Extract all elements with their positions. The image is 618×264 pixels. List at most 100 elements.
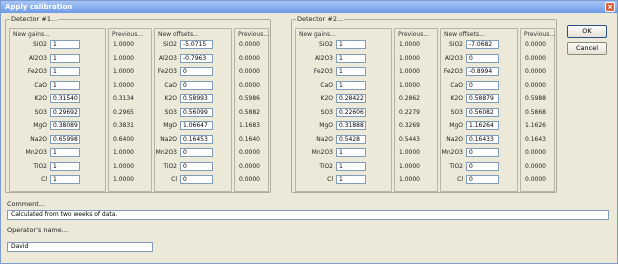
- offset-input[interactable]: -7.0682: [466, 40, 499, 49]
- offset-input[interactable]: 0: [466, 161, 499, 171]
- gain-input[interactable]: 0.31888: [336, 121, 366, 130]
- offset-input[interactable]: 0: [466, 175, 499, 184]
- offset-input[interactable]: -5.0715: [180, 40, 213, 49]
- previous-value: 1.0000: [113, 41, 134, 48]
- previous-value: 0.0000: [239, 54, 260, 62]
- element-label: Na2O: [30, 135, 47, 143]
- gain-input[interactable]: 1: [50, 53, 80, 63]
- previous-value: 1.0000: [399, 54, 420, 62]
- previous-value: 0.0000: [239, 149, 260, 156]
- ok-button[interactable]: OK: [567, 25, 607, 38]
- detector-title: Detector #1...: [10, 15, 59, 23]
- offset-input[interactable]: 0.16433: [466, 134, 499, 144]
- element-label: TiO2: [163, 162, 177, 170]
- offset-input[interactable]: 0.58879: [466, 94, 499, 103]
- previous-value: 0.0000: [525, 68, 546, 75]
- gain-input[interactable]: 1: [50, 80, 80, 90]
- previous-value: 0.2965: [113, 108, 134, 116]
- offset-input[interactable]: 1.16264: [466, 121, 499, 130]
- previous-value: 0.2862: [399, 95, 420, 102]
- gain-input[interactable]: 1: [336, 148, 366, 157]
- operator-input[interactable]: David: [7, 242, 153, 252]
- column-off-in: New offsets... SiO2 -5.0715 Al2O3 -0.7963 Fe2…: [154, 28, 232, 192]
- offset-input[interactable]: 0.56099: [180, 107, 213, 117]
- previous-value: 1.0000: [399, 68, 420, 75]
- gain-input[interactable]: 0.28422: [336, 94, 366, 103]
- element-label: SO3: [164, 108, 177, 116]
- previous-value: 1.0000: [113, 54, 134, 62]
- element-label: Fe2O3: [157, 68, 177, 75]
- offset-input[interactable]: 0: [180, 80, 213, 90]
- element-label: K2O: [450, 95, 463, 102]
- previous-value: 0.0000: [525, 54, 546, 62]
- previous-value: 1.0000: [399, 81, 420, 89]
- gain-input[interactable]: 1: [336, 175, 366, 184]
- element-label: CaO: [320, 81, 333, 89]
- previous-value: 0.5986: [239, 95, 260, 102]
- previous-value: 0.5868: [525, 108, 546, 116]
- gain-input[interactable]: 1: [50, 67, 80, 76]
- window-title: Apply calibration: [5, 3, 73, 11]
- gain-input[interactable]: 1: [336, 53, 366, 63]
- previous-value: 0.0000: [525, 176, 546, 183]
- previous-value: 0.3269: [399, 122, 420, 129]
- offset-input[interactable]: 0: [180, 67, 213, 76]
- offset-input[interactable]: 0: [466, 53, 499, 63]
- gain-input[interactable]: 1: [336, 67, 366, 76]
- column-gprev: Previous... 1.0000 1.0000 1.0000 1.0000 0.313…: [108, 28, 152, 192]
- element-label: Mn2O3: [311, 149, 333, 156]
- offset-input[interactable]: 0.56082: [466, 107, 499, 117]
- detector-title: Detector #2...: [296, 15, 345, 23]
- offset-input[interactable]: 0: [466, 148, 499, 157]
- element-label: Al2O3: [28, 54, 47, 62]
- element-label: Fe2O3: [443, 68, 463, 75]
- gain-input[interactable]: 0.38089: [50, 121, 80, 130]
- gain-input[interactable]: 0.65998: [50, 134, 80, 144]
- gain-input[interactable]: 1: [336, 40, 366, 49]
- comment-label: Comment...: [7, 200, 46, 208]
- gain-input[interactable]: 1: [336, 80, 366, 90]
- offset-input[interactable]: 0.58993: [180, 94, 213, 103]
- offset-input[interactable]: 0: [180, 148, 213, 157]
- column-header: Previous...: [398, 31, 430, 38]
- offset-input[interactable]: 0: [466, 80, 499, 90]
- element-label: SiO2: [32, 41, 47, 48]
- previous-value: 1.0000: [113, 68, 134, 75]
- element-label: SiO2: [318, 41, 333, 48]
- column-header: Previous...: [524, 31, 556, 38]
- element-label: Fe2O3: [27, 68, 47, 75]
- element-label: Mn2O3: [441, 149, 463, 156]
- previous-value: 0.6400: [113, 135, 134, 143]
- offset-input[interactable]: 1.06647: [180, 121, 213, 130]
- gain-input[interactable]: 1: [50, 148, 80, 157]
- element-label: TiO2: [319, 162, 333, 170]
- previous-value: 1.0000: [399, 41, 420, 48]
- previous-value: 0.3831: [113, 122, 134, 129]
- column-header: New gains...: [299, 31, 336, 38]
- element-label: CaO: [34, 81, 47, 89]
- offset-input[interactable]: 0: [180, 161, 213, 171]
- element-label: Al2O3: [158, 54, 177, 62]
- gain-input[interactable]: 1: [336, 161, 366, 171]
- previous-value: 1.0000: [113, 162, 134, 170]
- element-label: SO3: [34, 108, 47, 116]
- element-label: MgO: [163, 122, 177, 129]
- gain-input[interactable]: 0.29692: [50, 107, 80, 117]
- gain-input[interactable]: 1: [50, 161, 80, 171]
- column-header: Previous...: [238, 31, 270, 38]
- cancel-button[interactable]: Cancel: [567, 42, 607, 55]
- offset-input[interactable]: 0.16453: [180, 134, 213, 144]
- gain-input[interactable]: 1: [50, 175, 80, 184]
- gain-input[interactable]: 0.5428: [336, 134, 366, 144]
- offset-input[interactable]: -0.8994: [466, 67, 499, 76]
- offset-input[interactable]: 0: [180, 175, 213, 184]
- gain-input[interactable]: 1: [50, 40, 80, 49]
- gain-input[interactable]: 0.22606: [336, 107, 366, 117]
- comment-input[interactable]: Calculated from two weeks of data.: [7, 210, 609, 220]
- element-label: SO3: [450, 108, 463, 116]
- close-icon[interactable]: ×: [605, 2, 615, 12]
- previous-value: 0.0000: [525, 81, 546, 89]
- element-label: CaO: [164, 81, 177, 89]
- offset-input[interactable]: -0.7963: [180, 53, 213, 63]
- gain-input[interactable]: 0.31540: [50, 94, 80, 103]
